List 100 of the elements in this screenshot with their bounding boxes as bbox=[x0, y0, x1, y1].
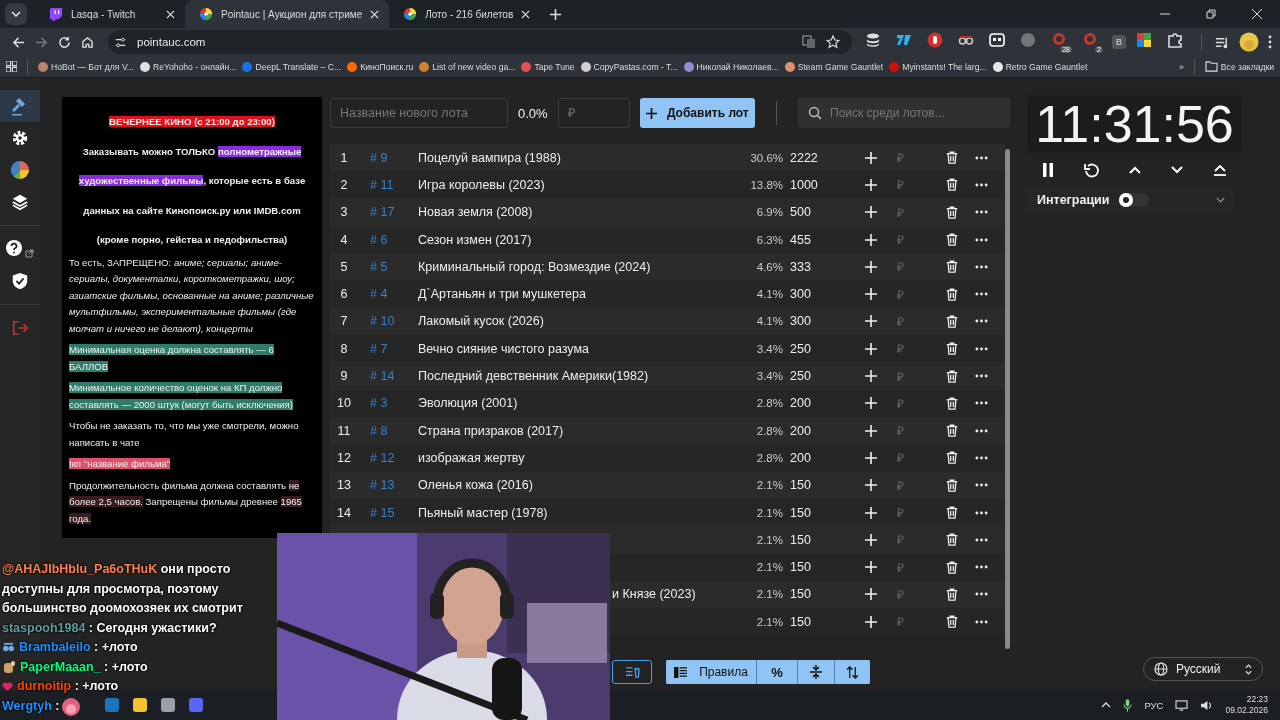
address-bar[interactable]: pointauc.com bbox=[108, 30, 852, 54]
monitor-icon[interactable] bbox=[1175, 699, 1189, 711]
plus-icon[interactable] bbox=[865, 615, 877, 628]
trash-icon[interactable] bbox=[945, 505, 959, 520]
trash-icon[interactable] bbox=[945, 368, 959, 384]
lot-name-field[interactable]: Название нового лота bbox=[330, 98, 508, 128]
more-icon[interactable] bbox=[975, 592, 988, 597]
reload-icon[interactable] bbox=[58, 35, 71, 49]
site-settings-icon[interactable] bbox=[114, 35, 127, 49]
sort-button[interactable] bbox=[835, 660, 870, 684]
restore-icon[interactable] bbox=[1206, 9, 1216, 19]
trash-icon[interactable] bbox=[945, 395, 959, 411]
more-icon[interactable] bbox=[975, 264, 988, 269]
trash-icon[interactable] bbox=[945, 477, 959, 493]
search-field[interactable]: Поиск среди лотов... bbox=[798, 98, 1010, 128]
restart-icon[interactable] bbox=[1083, 162, 1100, 178]
bookmark-link[interactable]: Tape Tune bbox=[521, 61, 575, 72]
trash-icon[interactable] bbox=[945, 313, 959, 329]
forward-icon[interactable] bbox=[35, 35, 48, 49]
close-icon[interactable] bbox=[370, 9, 380, 19]
plus-icon[interactable] bbox=[865, 260, 877, 273]
trash-icon[interactable] bbox=[945, 614, 959, 630]
bookmark-link[interactable]: ReYohoho - онлайн... bbox=[140, 61, 237, 72]
rules-button[interactable]: Правила bbox=[666, 660, 756, 684]
bookmark-link[interactable]: DeepL Translate – C... bbox=[242, 61, 342, 72]
plus-icon[interactable] bbox=[865, 451, 877, 464]
plus-icon[interactable] bbox=[865, 151, 877, 164]
chevron-up-icon[interactable] bbox=[1101, 702, 1112, 708]
plus-icon[interactable] bbox=[865, 397, 877, 410]
trash-icon[interactable] bbox=[945, 559, 959, 575]
plus-icon[interactable] bbox=[865, 506, 877, 519]
scrollbar[interactable] bbox=[1005, 149, 1010, 649]
bookmark-link[interactable]: Myinstants! The larg... bbox=[889, 61, 987, 72]
more-icon[interactable] bbox=[975, 537, 988, 542]
extension-icon[interactable]: B bbox=[1112, 35, 1126, 49]
gavel-icon[interactable] bbox=[0, 90, 40, 122]
bookmark-link[interactable]: КиноПоиск.ru bbox=[347, 61, 414, 72]
bookmark-link[interactable]: List of new video ga... bbox=[419, 61, 516, 72]
trash-icon[interactable] bbox=[945, 177, 959, 193]
trash-icon[interactable] bbox=[945, 150, 959, 166]
clear-list-button[interactable] bbox=[612, 660, 652, 684]
close-icon[interactable] bbox=[1252, 9, 1262, 19]
browser-tab[interactable]: Pointauc | Аукцион для стриме bbox=[185, 0, 390, 28]
plus-icon[interactable] bbox=[865, 370, 877, 382]
plus-icon[interactable] bbox=[865, 178, 877, 191]
more-icon[interactable] bbox=[975, 319, 988, 324]
compress-button[interactable] bbox=[798, 660, 834, 684]
plus-icon[interactable] bbox=[865, 315, 877, 328]
more-icon[interactable] bbox=[975, 155, 988, 160]
new-tab-icon[interactable] bbox=[550, 8, 562, 20]
taskbar-clock[interactable]: 22:23 09.02.2026 bbox=[1225, 694, 1268, 716]
microphone-icon[interactable] bbox=[1123, 698, 1133, 712]
more-icon[interactable] bbox=[975, 510, 988, 515]
more-icon[interactable] bbox=[975, 428, 988, 433]
translate-icon[interactable] bbox=[802, 35, 816, 49]
menu-icon[interactable] bbox=[1268, 35, 1272, 49]
more-icon[interactable] bbox=[975, 619, 988, 624]
trash-icon[interactable] bbox=[945, 232, 959, 248]
plus-icon[interactable] bbox=[865, 342, 877, 355]
browser-tab[interactable]: Лото - 216 билетов bbox=[389, 0, 541, 28]
plus-icon[interactable] bbox=[865, 424, 877, 437]
trash-icon[interactable] bbox=[945, 532, 959, 548]
all-bookmarks-folder[interactable]: Все закладки bbox=[1204, 61, 1274, 72]
back-icon[interactable] bbox=[12, 35, 25, 49]
plus-icon[interactable] bbox=[865, 479, 877, 492]
speaker-icon[interactable] bbox=[1200, 699, 1214, 711]
tab-search-button[interactable] bbox=[5, 3, 27, 25]
percent-button[interactable]: % bbox=[757, 660, 797, 684]
plus-icon[interactable] bbox=[865, 233, 877, 246]
plus-icon[interactable] bbox=[865, 533, 877, 546]
trash-icon[interactable] bbox=[945, 204, 959, 220]
plus-icon[interactable] bbox=[865, 588, 877, 601]
more-icon[interactable] bbox=[975, 346, 988, 351]
profile-avatar[interactable] bbox=[1239, 32, 1259, 52]
more-icon[interactable] bbox=[975, 374, 988, 378]
more-icon[interactable] bbox=[975, 292, 988, 297]
chevron-up-line-icon[interactable] bbox=[1213, 164, 1228, 176]
add-lot-button[interactable]: Добавить лот bbox=[639, 98, 756, 128]
more-icon[interactable] bbox=[975, 182, 988, 187]
apps-icon[interactable] bbox=[6, 61, 17, 72]
amount-field[interactable]: ₽ bbox=[557, 98, 630, 128]
integrations-toggle[interactable] bbox=[1119, 193, 1150, 207]
star-icon[interactable] bbox=[826, 35, 840, 49]
bookmark-link[interactable]: Steam Game Gauntlet bbox=[784, 61, 884, 72]
keyboard-language[interactable]: РУС bbox=[1144, 699, 1164, 711]
bookmark-link[interactable]: Retro Game Gauntlet bbox=[992, 61, 1088, 72]
plus-icon[interactable] bbox=[865, 288, 877, 301]
close-icon[interactable] bbox=[521, 9, 531, 19]
more-icon[interactable] bbox=[975, 210, 988, 215]
home-icon[interactable] bbox=[81, 35, 94, 49]
trash-icon[interactable] bbox=[945, 341, 959, 357]
trash-icon[interactable] bbox=[945, 286, 959, 302]
trash-icon[interactable] bbox=[945, 450, 959, 466]
plus-icon[interactable] bbox=[865, 206, 877, 219]
more-icon[interactable] bbox=[975, 483, 988, 488]
browser-tab[interactable]: Lasqa - Twitch bbox=[35, 0, 185, 28]
close-icon[interactable] bbox=[166, 9, 175, 19]
trash-icon[interactable] bbox=[945, 423, 959, 439]
bookmark-link[interactable]: HoBot — Бот для V... bbox=[38, 61, 134, 72]
more-bookmarks-button[interactable]: » bbox=[1179, 61, 1184, 72]
